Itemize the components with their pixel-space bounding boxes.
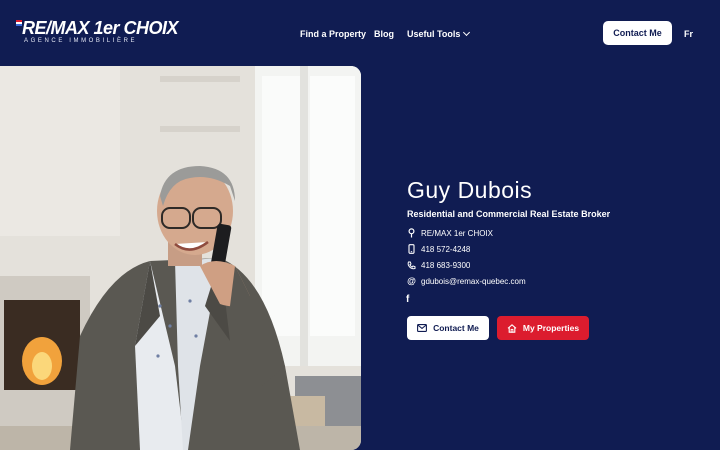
- envelope-icon: [417, 324, 428, 332]
- at-sign-icon: @: [407, 276, 416, 286]
- agency-name: RE/MAX 1er CHOIX: [421, 228, 494, 238]
- remax-logo[interactable]: RE/MAX 1er CHOIX AGENCE IMMOBILIÈRE: [16, 18, 179, 48]
- email-row[interactable]: @ gdubois@remax-quebec.com: [407, 276, 526, 286]
- header-contact-button[interactable]: Contact Me: [603, 21, 672, 45]
- nav-useful-tools-label: Useful Tools: [407, 29, 461, 39]
- nav-find-property[interactable]: Find a Property: [300, 29, 366, 39]
- my-properties-button[interactable]: My Properties: [497, 316, 589, 340]
- contact-me-label: Contact Me: [433, 323, 479, 333]
- logo-tagline: AGENCE IMMOBILIÈRE: [24, 38, 138, 44]
- broker-photo: [0, 66, 361, 450]
- mobile-row[interactable]: 418 572-4248: [407, 244, 470, 254]
- location-pin-icon: [407, 228, 416, 238]
- broker-name: Guy Dubois: [407, 177, 533, 203]
- mobile-number[interactable]: 418 572-4248: [421, 245, 470, 254]
- chevron-down-icon: [463, 28, 471, 37]
- language-toggle[interactable]: Fr: [684, 29, 693, 39]
- broker-photo-illustration: [0, 66, 361, 450]
- nav-useful-tools[interactable]: Useful Tools: [407, 28, 471, 39]
- my-properties-label: My Properties: [522, 323, 580, 333]
- home-icon: [507, 323, 517, 333]
- facebook-icon[interactable]: f: [406, 294, 414, 305]
- mobile-phone-icon: [407, 244, 416, 254]
- agency-row: RE/MAX 1er CHOIX: [407, 228, 493, 238]
- site-header: RE/MAX 1er CHOIX AGENCE IMMOBILIÈRE Find…: [0, 0, 720, 66]
- broker-title: Residential and Commercial Real Estate B…: [407, 209, 611, 219]
- nav-blog[interactable]: Blog: [374, 29, 394, 39]
- contact-me-button[interactable]: Contact Me: [407, 316, 489, 340]
- logo-wordmark: RE/MAX 1er CHOIX: [22, 18, 179, 38]
- email-address[interactable]: gdubois@remax-quebec.com: [421, 277, 526, 286]
- phone-icon: [407, 260, 416, 270]
- phone-number[interactable]: 418 683-9300: [421, 261, 470, 270]
- phone-row[interactable]: 418 683-9300: [407, 260, 470, 270]
